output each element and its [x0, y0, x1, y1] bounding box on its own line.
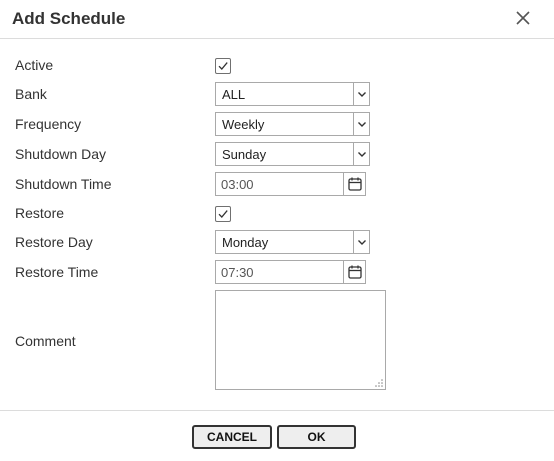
active-checkbox[interactable] [215, 58, 231, 74]
comment-label: Comment [15, 333, 76, 349]
shutdown-time-input[interactable]: 03:00 [215, 172, 366, 196]
shutdown-day-select[interactable]: Sunday [215, 142, 370, 166]
active-label: Active [15, 57, 54, 73]
restore-day-dropdown-button[interactable] [353, 231, 369, 253]
shutdown-time-value: 03:00 [221, 177, 254, 192]
restore-day-select-value: Monday [222, 235, 269, 250]
shutdown-time-picker-button[interactable] [343, 173, 365, 195]
shutdown-day-dropdown-button[interactable] [353, 143, 369, 165]
restore-day-select[interactable]: Monday [215, 230, 370, 254]
add-schedule-dialog: Add Schedule Active Bank ALL Frequency W… [0, 0, 554, 461]
resize-grip-icon[interactable] [375, 379, 383, 387]
restore-time-value: 07:30 [221, 265, 254, 280]
comment-textarea[interactable] [215, 290, 386, 390]
checkmark-icon [218, 62, 228, 70]
checkmark-icon [218, 210, 228, 218]
frequency-select-value: Weekly [222, 117, 265, 132]
shutdown-time-label: Shutdown Time [15, 176, 112, 192]
frequency-dropdown-button[interactable] [353, 113, 369, 135]
close-button[interactable] [512, 7, 534, 29]
restore-day-label: Restore Day [15, 234, 93, 250]
dialog-header: Add Schedule [0, 0, 554, 39]
shutdown-day-label: Shutdown Day [15, 146, 107, 162]
calendar-icon [348, 177, 362, 191]
chevron-down-icon [358, 122, 366, 127]
bank-label: Bank [15, 86, 47, 102]
restore-time-picker-button[interactable] [343, 261, 365, 283]
chevron-down-icon [358, 152, 366, 157]
restore-time-label: Restore Time [15, 264, 99, 280]
ok-button[interactable]: OK [277, 425, 356, 449]
restore-time-input[interactable]: 07:30 [215, 260, 366, 284]
frequency-label: Frequency [15, 116, 82, 132]
calendar-icon [348, 265, 362, 279]
frequency-select[interactable]: Weekly [215, 112, 370, 136]
bank-dropdown-button[interactable] [353, 83, 369, 105]
shutdown-day-select-value: Sunday [222, 147, 267, 162]
chevron-down-icon [358, 92, 366, 97]
dialog-title: Add Schedule [12, 9, 126, 28]
restore-label: Restore [15, 205, 65, 221]
bank-select[interactable]: ALL [215, 82, 370, 106]
restore-checkbox[interactable] [215, 206, 231, 222]
close-icon [516, 11, 530, 25]
bank-select-value: ALL [222, 87, 246, 102]
chevron-down-icon [358, 240, 366, 245]
cancel-button[interactable]: CANCEL [192, 425, 272, 449]
